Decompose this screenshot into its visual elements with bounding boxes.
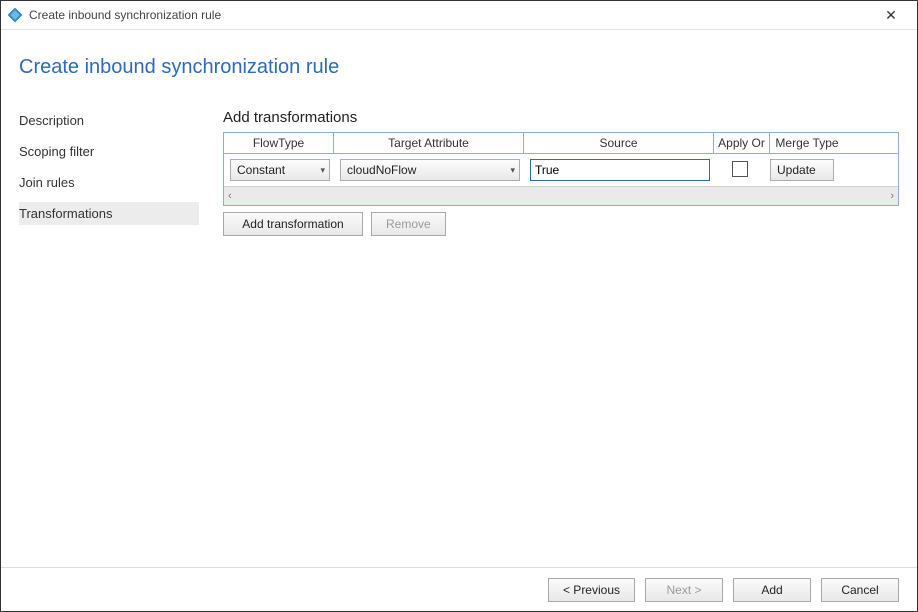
app-icon	[7, 7, 23, 23]
grid-toolbar: Add transformation Remove	[223, 212, 899, 236]
nav-description[interactable]: Description	[19, 109, 199, 132]
grid-header: FlowType Target Attribute Source Apply O…	[224, 133, 898, 154]
transformation-row: Constant ▾ cloudNoFlow ▾	[230, 159, 892, 181]
col-merge-type: Merge Type	[770, 133, 844, 153]
titlebar: Create inbound synchronization rule ✕	[1, 1, 917, 30]
page-heading: Create inbound synchronization rule	[19, 56, 899, 79]
source-input[interactable]	[530, 159, 710, 181]
remove-button[interactable]: Remove	[371, 212, 446, 236]
apply-once-checkbox[interactable]	[732, 161, 748, 177]
footer: < Previous Next > Add Cancel	[1, 567, 917, 611]
flowtype-combo[interactable]: Constant ▾	[230, 159, 330, 181]
wizard-nav: Description Scoping filter Join rules Tr…	[19, 109, 199, 567]
nav-join-rules[interactable]: Join rules	[19, 171, 199, 194]
scroll-right-icon[interactable]: ›	[890, 190, 894, 202]
window-title: Create inbound synchronization rule	[29, 8, 871, 22]
add-transformation-button[interactable]: Add transformation	[223, 212, 363, 236]
flowtype-value: Constant	[237, 163, 285, 177]
col-flowtype: FlowType	[224, 133, 334, 153]
chevron-down-icon: ▾	[320, 165, 325, 176]
nav-transformations[interactable]: Transformations	[19, 202, 199, 225]
nav-scoping-filter[interactable]: Scoping filter	[19, 140, 199, 163]
scroll-left-icon[interactable]: ‹	[228, 190, 232, 202]
next-button[interactable]: Next >	[645, 578, 723, 602]
apply-once-cell	[720, 161, 760, 180]
col-apply-once: Apply Or	[714, 133, 770, 153]
previous-button[interactable]: < Previous	[548, 578, 635, 602]
grid-scrollbar[interactable]: ‹ ›	[224, 186, 898, 205]
source-cell	[530, 159, 710, 181]
col-source: Source	[524, 133, 714, 153]
cancel-button[interactable]: Cancel	[821, 578, 899, 602]
body: Create inbound synchronization rule Desc…	[1, 30, 917, 567]
target-attribute-combo[interactable]: cloudNoFlow ▾	[340, 159, 520, 181]
chevron-down-icon: ▾	[510, 165, 515, 176]
main-panel: Add transformations FlowType Target Attr…	[223, 109, 899, 567]
add-button[interactable]: Add	[733, 578, 811, 602]
content-row: Description Scoping filter Join rules Tr…	[19, 109, 899, 567]
merge-type-combo[interactable]: Update	[770, 159, 834, 181]
section-title: Add transformations	[223, 109, 899, 126]
merge-type-value: Update	[777, 163, 816, 177]
close-button[interactable]: ✕	[871, 1, 911, 29]
grid-body: Constant ▾ cloudNoFlow ▾	[224, 154, 898, 186]
target-attribute-value: cloudNoFlow	[347, 163, 416, 177]
dialog-window: Create inbound synchronization rule ✕ Cr…	[0, 0, 918, 612]
col-target-attribute: Target Attribute	[334, 133, 524, 153]
transformations-grid: FlowType Target Attribute Source Apply O…	[223, 132, 899, 206]
